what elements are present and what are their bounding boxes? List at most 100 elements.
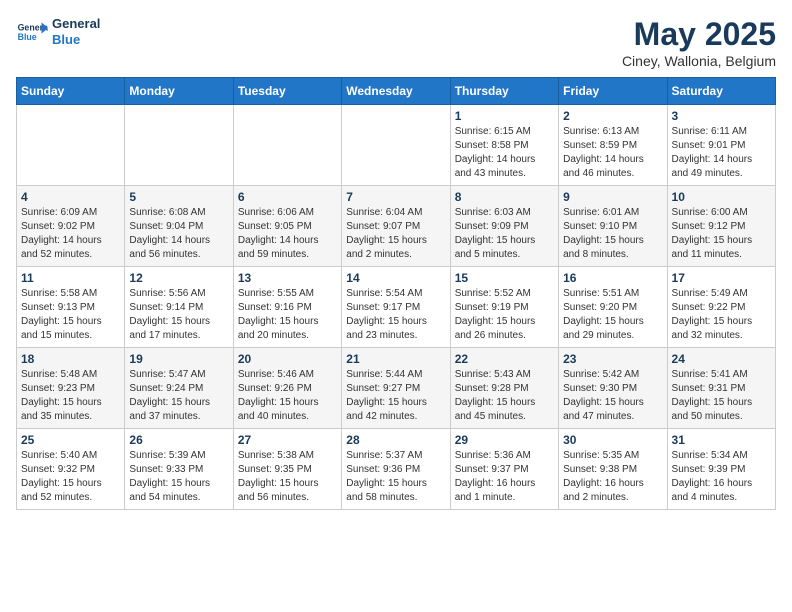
header-row: SundayMondayTuesdayWednesdayThursdayFrid… xyxy=(17,78,776,105)
day-info: Sunrise: 6:00 AM Sunset: 9:12 PM Dayligh… xyxy=(672,206,771,262)
day-info: Sunrise: 5:56 AM Sunset: 9:14 PM Dayligh… xyxy=(129,287,228,343)
day-cell: 28 Sunrise: 5:37 AM Sunset: 9:36 PM Dayli… xyxy=(342,429,450,510)
col-header-monday: Monday xyxy=(125,78,233,105)
day-number: 31 xyxy=(672,433,771,447)
day-cell: 5 Sunrise: 6:08 AM Sunset: 9:04 PM Daylig… xyxy=(125,186,233,267)
day-info: Sunrise: 6:03 AM Sunset: 9:09 PM Dayligh… xyxy=(455,206,554,262)
location: Ciney, Wallonia, Belgium xyxy=(622,53,776,69)
day-cell: 18Sunrise: 5:48 AM Sunset: 9:23 PM Dayli… xyxy=(17,348,125,429)
day-number: 27 xyxy=(238,433,337,447)
day-number: 10 xyxy=(672,190,771,204)
day-info: Sunrise: 5:34 AM Sunset: 9:39 PM Dayligh… xyxy=(672,449,771,505)
day-number: 28 xyxy=(346,433,445,447)
day-number: 8 xyxy=(455,190,554,204)
day-cell: 24 Sunrise: 5:41 AM Sunset: 9:31 PM Dayli… xyxy=(667,348,775,429)
day-info: Sunrise: 5:49 AM Sunset: 9:22 PM Dayligh… xyxy=(672,287,771,343)
day-number: 11 xyxy=(21,271,120,285)
day-cell: 19Sunrise: 5:47 AM Sunset: 9:24 PM Dayli… xyxy=(125,348,233,429)
logo-blue-text: Blue xyxy=(52,32,100,48)
day-number: 20 xyxy=(238,352,337,366)
day-info: Sunrise: 6:08 AM Sunset: 9:04 PM Dayligh… xyxy=(129,206,228,262)
day-number: 12 xyxy=(129,271,228,285)
day-info: Sunrise: 5:58 AM Sunset: 9:13 PM Dayligh… xyxy=(21,287,120,343)
day-info: Sunrise: 5:37 AM Sunset: 9:36 PM Dayligh… xyxy=(346,449,445,505)
day-cell: 9 Sunrise: 6:01 AM Sunset: 9:10 PM Daylig… xyxy=(559,186,667,267)
calendar-table: SundayMondayTuesdayWednesdayThursdayFrid… xyxy=(16,77,776,510)
page-header: General Blue General Blue May 2025 Ciney… xyxy=(16,16,776,69)
day-cell: 26 Sunrise: 5:39 AM Sunset: 9:33 PM Dayli… xyxy=(125,429,233,510)
day-number: 29 xyxy=(455,433,554,447)
month-title: May 2025 xyxy=(622,16,776,53)
day-cell: 12 Sunrise: 5:56 AM Sunset: 9:14 PM Dayli… xyxy=(125,267,233,348)
week-row-5: 25 Sunrise: 5:40 AM Sunset: 9:32 PM Dayli… xyxy=(17,429,776,510)
day-number: 21 xyxy=(346,352,445,366)
day-cell: 4Sunrise: 6:09 AM Sunset: 9:02 PM Daylig… xyxy=(17,186,125,267)
day-info: Sunrise: 5:39 AM Sunset: 9:33 PM Dayligh… xyxy=(129,449,228,505)
day-info: Sunrise: 5:46 AM Sunset: 9:26 PM Dayligh… xyxy=(238,368,337,424)
day-info: Sunrise: 6:11 AM Sunset: 9:01 PM Dayligh… xyxy=(672,125,771,181)
col-header-tuesday: Tuesday xyxy=(233,78,341,105)
day-info: Sunrise: 5:47 AM Sunset: 9:24 PM Dayligh… xyxy=(129,368,228,424)
day-info: Sunrise: 5:40 AM Sunset: 9:32 PM Dayligh… xyxy=(21,449,120,505)
logo: General Blue General Blue xyxy=(16,16,100,48)
day-cell xyxy=(342,105,450,186)
day-number: 13 xyxy=(238,271,337,285)
week-row-2: 4Sunrise: 6:09 AM Sunset: 9:02 PM Daylig… xyxy=(17,186,776,267)
title-block: May 2025 Ciney, Wallonia, Belgium xyxy=(622,16,776,69)
day-number: 16 xyxy=(563,271,662,285)
col-header-sunday: Sunday xyxy=(17,78,125,105)
day-number: 30 xyxy=(563,433,662,447)
day-cell xyxy=(233,105,341,186)
logo-general-text: General xyxy=(52,16,100,32)
col-header-friday: Friday xyxy=(559,78,667,105)
day-cell: 20 Sunrise: 5:46 AM Sunset: 9:26 PM Dayli… xyxy=(233,348,341,429)
day-info: Sunrise: 5:43 AM Sunset: 9:28 PM Dayligh… xyxy=(455,368,554,424)
day-info: Sunrise: 6:06 AM Sunset: 9:05 PM Dayligh… xyxy=(238,206,337,262)
day-number: 25 xyxy=(21,433,120,447)
day-info: Sunrise: 5:51 AM Sunset: 9:20 PM Dayligh… xyxy=(563,287,662,343)
day-number: 5 xyxy=(129,190,228,204)
day-cell: 3 Sunrise: 6:11 AM Sunset: 9:01 PM Daylig… xyxy=(667,105,775,186)
day-cell: 11 Sunrise: 5:58 AM Sunset: 9:13 PM Dayli… xyxy=(17,267,125,348)
day-cell: 17Sunrise: 5:49 AM Sunset: 9:22 PM Dayli… xyxy=(667,267,775,348)
day-cell: 22 Sunrise: 5:43 AM Sunset: 9:28 PM Dayli… xyxy=(450,348,558,429)
day-number: 24 xyxy=(672,352,771,366)
day-cell: 2 Sunrise: 6:13 AM Sunset: 8:59 PM Daylig… xyxy=(559,105,667,186)
day-cell xyxy=(125,105,233,186)
day-number: 18 xyxy=(21,352,120,366)
day-cell: 25 Sunrise: 5:40 AM Sunset: 9:32 PM Dayli… xyxy=(17,429,125,510)
day-cell: 8 Sunrise: 6:03 AM Sunset: 9:09 PM Daylig… xyxy=(450,186,558,267)
day-number: 23 xyxy=(563,352,662,366)
day-info: Sunrise: 6:01 AM Sunset: 9:10 PM Dayligh… xyxy=(563,206,662,262)
col-header-wednesday: Wednesday xyxy=(342,78,450,105)
day-number: 26 xyxy=(129,433,228,447)
col-header-saturday: Saturday xyxy=(667,78,775,105)
day-number: 2 xyxy=(563,109,662,123)
day-info: Sunrise: 5:44 AM Sunset: 9:27 PM Dayligh… xyxy=(346,368,445,424)
day-info: Sunrise: 5:36 AM Sunset: 9:37 PM Dayligh… xyxy=(455,449,554,505)
day-cell: 14 Sunrise: 5:54 AM Sunset: 9:17 PM Dayli… xyxy=(342,267,450,348)
day-cell: 30Sunrise: 5:35 AM Sunset: 9:38 PM Dayli… xyxy=(559,429,667,510)
day-number: 22 xyxy=(455,352,554,366)
day-number: 1 xyxy=(455,109,554,123)
logo-icon: General Blue xyxy=(16,16,48,48)
day-cell: 13Sunrise: 5:55 AM Sunset: 9:16 PM Dayli… xyxy=(233,267,341,348)
day-number: 14 xyxy=(346,271,445,285)
day-cell: 1Sunrise: 6:15 AM Sunset: 8:58 PM Daylig… xyxy=(450,105,558,186)
day-info: Sunrise: 5:54 AM Sunset: 9:17 PM Dayligh… xyxy=(346,287,445,343)
day-number: 9 xyxy=(563,190,662,204)
day-number: 3 xyxy=(672,109,771,123)
day-info: Sunrise: 5:38 AM Sunset: 9:35 PM Dayligh… xyxy=(238,449,337,505)
day-cell: 21 Sunrise: 5:44 AM Sunset: 9:27 PM Dayli… xyxy=(342,348,450,429)
day-cell: 7Sunrise: 6:04 AM Sunset: 9:07 PM Daylig… xyxy=(342,186,450,267)
day-cell xyxy=(17,105,125,186)
day-cell: 16 Sunrise: 5:51 AM Sunset: 9:20 PM Dayli… xyxy=(559,267,667,348)
week-row-4: 18Sunrise: 5:48 AM Sunset: 9:23 PM Dayli… xyxy=(17,348,776,429)
day-info: Sunrise: 5:52 AM Sunset: 9:19 PM Dayligh… xyxy=(455,287,554,343)
day-info: Sunrise: 5:41 AM Sunset: 9:31 PM Dayligh… xyxy=(672,368,771,424)
day-cell: 6Sunrise: 6:06 AM Sunset: 9:05 PM Daylig… xyxy=(233,186,341,267)
day-info: Sunrise: 6:13 AM Sunset: 8:59 PM Dayligh… xyxy=(563,125,662,181)
day-cell: 27 Sunrise: 5:38 AM Sunset: 9:35 PM Dayli… xyxy=(233,429,341,510)
day-cell: 23Sunrise: 5:42 AM Sunset: 9:30 PM Dayli… xyxy=(559,348,667,429)
day-cell: 31 Sunrise: 5:34 AM Sunset: 9:39 PM Dayli… xyxy=(667,429,775,510)
